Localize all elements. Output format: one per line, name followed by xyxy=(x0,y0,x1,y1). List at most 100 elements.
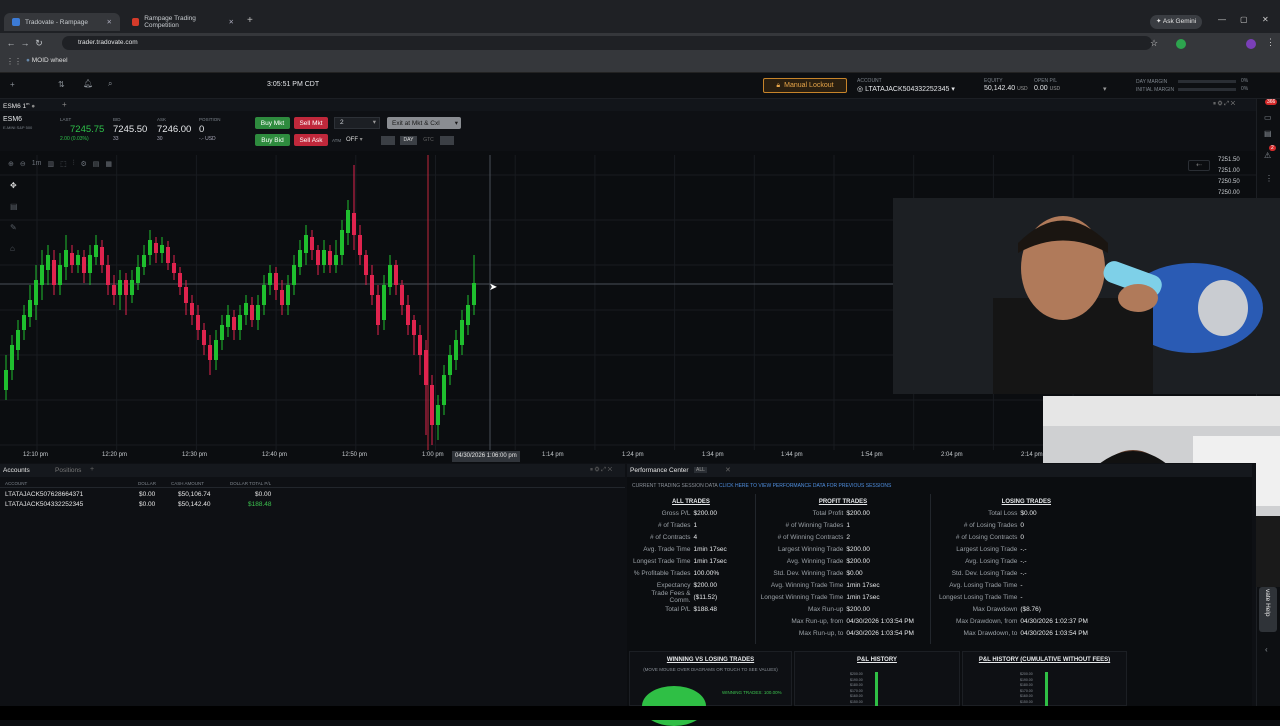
move-tool-icon[interactable]: ✥ xyxy=(10,181,18,190)
bookmark-star-icon[interactable]: ☆ xyxy=(1150,38,1158,49)
help-tab[interactable]: vate Help xyxy=(1259,587,1277,632)
perf-badge: ALL xyxy=(694,467,707,473)
order-type-toggle[interactable] xyxy=(381,136,395,145)
column-header[interactable]: ACCOUNT xyxy=(5,481,27,486)
bell-icon[interactable]: 🔔︎ xyxy=(83,79,93,88)
zoom-in-icon[interactable]: ⊕ xyxy=(8,160,14,168)
time-tick-label: 12:10 pm xyxy=(23,452,49,458)
chevron-down-icon[interactable]: ▾ xyxy=(1103,85,1107,93)
add-tab-icon[interactable]: + xyxy=(90,466,94,473)
close-icon[interactable]: ✕ xyxy=(229,18,234,26)
mouse-cursor-icon: ➤ xyxy=(489,282,498,293)
browser-tab-rampage[interactable]: Rampage Trading Competition ✕ xyxy=(124,13,242,31)
ask-gemini-button[interactable]: ✦ Ask Gemini xyxy=(1150,15,1203,29)
sell-market-button[interactable]: Sell Mkt xyxy=(294,117,328,129)
pl-cum-bar[interactable] xyxy=(1045,672,1048,707)
trend-line-icon[interactable]: ▤ xyxy=(10,202,18,211)
interval-select[interactable]: 1m xyxy=(32,160,42,168)
stat-label: Total Profit xyxy=(812,509,844,517)
maximize-icon[interactable]: ▢ xyxy=(1240,15,1248,24)
column-header[interactable]: DOLLAR xyxy=(138,481,156,486)
quantity-select[interactable]: 2 ▾ xyxy=(334,117,380,129)
url-field[interactable]: trader.tradovate.com xyxy=(62,36,1152,50)
message-icon[interactable]: ▤ xyxy=(1264,129,1272,138)
bookmark-item[interactable]: ● MOID wheel xyxy=(26,57,68,64)
pl-bar[interactable] xyxy=(875,672,878,707)
browser-tab-tradovate[interactable]: Tradovate - Rampage ✕ xyxy=(4,13,120,31)
window-controls[interactable]: ⏸ ⚙ ⤢ ✕ xyxy=(1213,101,1235,108)
webcam-1-image xyxy=(893,198,1280,394)
account-selector[interactable]: ◎ LTATAJACK504332252345 ▾ xyxy=(857,85,955,93)
perf-title[interactable]: Performance Center xyxy=(630,467,689,474)
column-header[interactable]: CASH AMOUNT xyxy=(171,481,204,486)
tif-day-button[interactable]: DAY xyxy=(400,136,417,145)
candle-body xyxy=(412,320,416,335)
profile-avatar[interactable] xyxy=(1246,39,1256,49)
more-icon[interactable]: ⋮ xyxy=(1265,174,1273,183)
menu-icon[interactable]: ⋮ xyxy=(1266,37,1275,48)
buy-market-button[interactable]: Buy Mkt xyxy=(255,117,290,129)
banner-link[interactable]: CLICK HERE TO VIEW PERFORMANCE DATA FOR … xyxy=(719,483,891,489)
gemini-icon: ✦ xyxy=(1156,18,1162,25)
candle-body xyxy=(220,325,224,340)
scroll-back-button[interactable]: ⇠ xyxy=(1188,160,1210,171)
crosshair-icon[interactable]: ⬚ xyxy=(60,160,67,168)
exit-market-cancel-button[interactable]: Exit at Mkt & Cxl ▾ xyxy=(387,117,461,129)
reload-icon[interactable]: ↻ xyxy=(32,38,46,49)
initial-margin-bar xyxy=(1178,88,1236,91)
back-icon[interactable]: ← xyxy=(4,38,18,48)
pencil-icon[interactable]: ✎ xyxy=(10,223,18,232)
candle-body xyxy=(376,295,380,325)
tif-gtc-button[interactable]: GTC xyxy=(420,136,437,145)
extension-icon[interactable] xyxy=(1176,39,1186,49)
swap-icon[interactable]: ⇅ xyxy=(58,80,65,89)
chart-settings-icon[interactable]: ⚙ xyxy=(80,160,86,168)
new-tab-button[interactable]: + xyxy=(247,15,253,26)
add-icon[interactable]: + xyxy=(10,80,15,89)
buy-bid-button[interactable]: Buy Bid xyxy=(255,134,290,146)
candle-body xyxy=(250,305,254,320)
candle-body xyxy=(172,263,176,273)
candle-body xyxy=(190,303,194,315)
indicator-icon[interactable]: ⫶ xyxy=(73,160,75,168)
rampage-favicon-icon xyxy=(132,18,140,26)
tab-accounts[interactable]: Accounts xyxy=(3,467,30,474)
collapse-icon[interactable]: ‹ xyxy=(1265,645,1268,654)
minimize-icon[interactable]: — xyxy=(1218,15,1226,24)
candle-body xyxy=(274,273,278,290)
time-tick-label: 1:54 pm xyxy=(861,452,883,458)
panel-controls[interactable]: ⏸ ⚙ ⤢ ✕ xyxy=(590,467,612,474)
win-vs-lose-panel[interactable]: WINNING VS LOSING TRADES (MOVE MOUSE OVE… xyxy=(629,651,792,726)
close-icon[interactable]: ✕ xyxy=(107,18,112,26)
sell-ask-button[interactable]: Sell Ask xyxy=(294,134,328,146)
pl-history-panel[interactable]: P&L HISTORY $200.00 $190.00 $180.00 $170.00… xyxy=(794,651,960,707)
drawing-icon[interactable]: ▤ xyxy=(93,160,100,168)
zoom-out-icon[interactable]: ⊖ xyxy=(20,160,26,168)
manual-lockout-button[interactable]: 🔒︎ Manual Lockout xyxy=(763,78,847,93)
column-header[interactable]: DOLLAR TOTAL P/L xyxy=(230,481,271,486)
close-icon[interactable]: ✕ xyxy=(725,466,731,474)
settings-toggle[interactable] xyxy=(440,136,454,145)
atm-select[interactable]: OFF ▾ xyxy=(346,135,376,146)
symbol-tab[interactable]: ESM6 1m ● xyxy=(3,101,35,110)
candle-body xyxy=(256,305,260,320)
warning-icon[interactable]: ⚠ xyxy=(1264,151,1271,160)
forward-icon[interactable]: → xyxy=(18,38,32,48)
pl-history-cumulative-panel[interactable]: P&L HISTORY (CUMULATIVE WITHOUT FEES) $2… xyxy=(962,651,1127,707)
add-tab-icon[interactable]: + xyxy=(62,100,67,109)
close-window-icon[interactable]: ✕ xyxy=(1262,15,1269,24)
stat-row: Largest Losing Trade -.- xyxy=(933,543,1101,555)
perf-banner[interactable]: CURRENT TRADING SESSION DATA CLICK HERE … xyxy=(632,483,891,489)
lock-icon[interactable]: ⌂ xyxy=(10,244,18,253)
bar-type-icon[interactable]: ▥ xyxy=(47,160,54,168)
candle-body xyxy=(70,253,74,265)
table-row[interactable]: LTATAJACK504332252345 $0.00 $50,142.40 $… xyxy=(0,500,625,510)
apps-grid-icon[interactable]: ⋮⋮ xyxy=(6,57,22,66)
chat-icon[interactable]: ▭ xyxy=(1264,113,1272,122)
candle-body xyxy=(82,257,86,273)
search-icon[interactable]: ⌕ xyxy=(108,79,112,89)
template-icon[interactable]: ▦ xyxy=(105,160,112,168)
candle-body xyxy=(94,245,98,257)
tab-positions[interactable]: Positions xyxy=(55,467,81,474)
table-row[interactable]: LTATAJACK507628664371 $0.00 $50,106.74 $… xyxy=(0,490,625,500)
